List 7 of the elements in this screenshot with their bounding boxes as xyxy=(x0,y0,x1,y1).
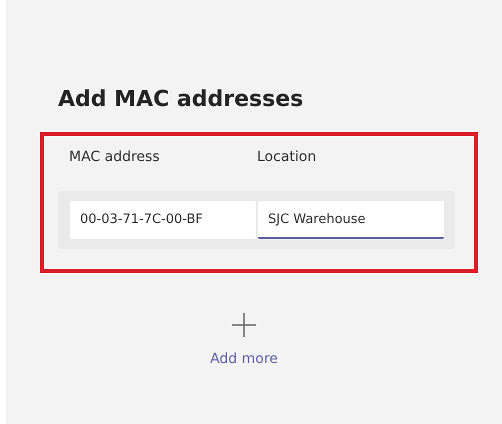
input-field[interactable]: 00-03-71-7C-00-BF xyxy=(70,201,256,239)
column-label: Location xyxy=(257,149,318,165)
input-field[interactable]: SJC Warehouse xyxy=(258,201,444,239)
section-title: Add MAC addresses xyxy=(58,87,304,112)
plus-icon[interactable] xyxy=(232,313,256,337)
add-more-link[interactable]: Add more xyxy=(210,351,278,367)
column-label: MAC address xyxy=(69,149,161,165)
